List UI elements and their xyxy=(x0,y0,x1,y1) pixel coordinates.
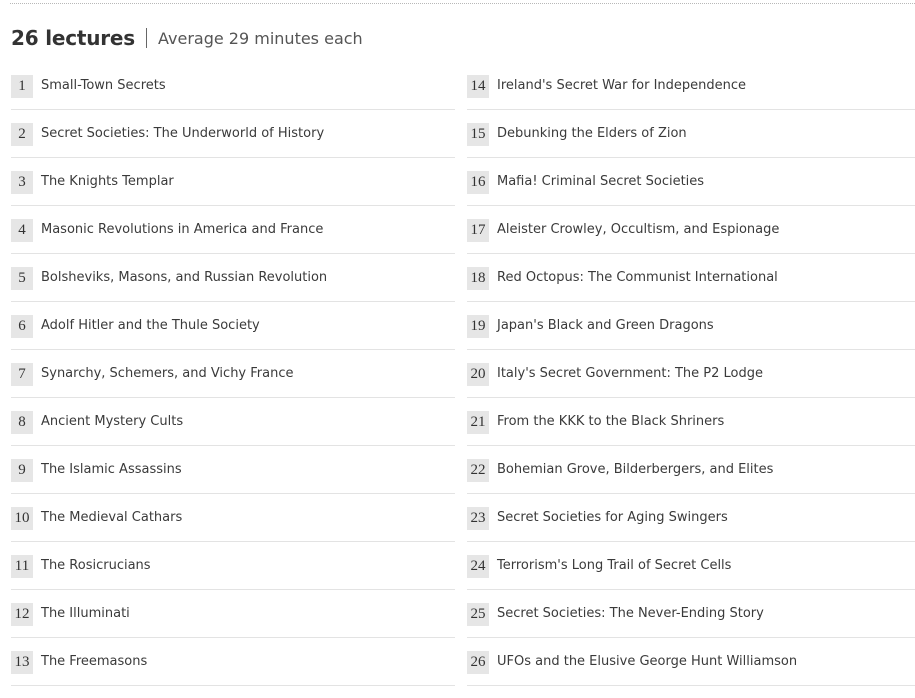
lecture-title: The Knights Templar xyxy=(41,174,174,189)
lectures-header: 26 lectures Average 29 minutes each xyxy=(11,24,363,52)
lecture-item[interactable]: 3 The Knights Templar xyxy=(11,158,455,206)
lecture-title: Aleister Crowley, Occultism, and Espiona… xyxy=(497,222,780,237)
lecture-title: The Freemasons xyxy=(41,654,148,669)
lecture-column-left: 1 Small-Town Secrets 2 Secret Societies: T… xyxy=(11,62,455,686)
lecture-number: 18 xyxy=(467,267,489,290)
lecture-number: 21 xyxy=(467,411,489,434)
lecture-item[interactable]: 5 Bolsheviks, Masons, and Russian Revolut… xyxy=(11,254,455,302)
lecture-number: 1 xyxy=(11,75,33,98)
lecture-title: Terrorism's Long Trail of Secret Cells xyxy=(497,558,732,573)
average-duration: Average 29 minutes each xyxy=(158,28,363,48)
lecture-item[interactable]: 11 The Rosicrucians xyxy=(11,542,455,590)
lecture-title: Adolf Hitler and the Thule Society xyxy=(41,318,260,333)
lecture-number: 11 xyxy=(11,555,33,578)
lecture-item[interactable]: 19 Japan's Black and Green Dragons xyxy=(467,302,915,350)
lecture-number: 3 xyxy=(11,171,33,194)
lecture-title: Debunking the Elders of Zion xyxy=(497,126,687,141)
lecture-number: 19 xyxy=(467,315,489,338)
lecture-item[interactable]: 23 Secret Societies for Aging Swingers xyxy=(467,494,915,542)
lecture-item[interactable]: 20 Italy's Secret Government: The P2 Lodg… xyxy=(467,350,915,398)
lecture-item[interactable]: 21 From the KKK to the Black Shriners xyxy=(467,398,915,446)
lecture-number: 4 xyxy=(11,219,33,242)
lecture-number: 9 xyxy=(11,459,33,482)
lecture-item[interactable]: 1 Small-Town Secrets xyxy=(11,62,455,110)
lecture-item[interactable]: 16 Mafia! Criminal Secret Societies xyxy=(467,158,915,206)
lecture-title: From the KKK to the Black Shriners xyxy=(497,414,725,429)
lecture-item[interactable]: 12 The Illuminati xyxy=(11,590,455,638)
header-separator xyxy=(146,28,148,48)
lecture-item[interactable]: 18 Red Octopus: The Communist Internation… xyxy=(467,254,915,302)
lecture-title: Small-Town Secrets xyxy=(41,78,166,93)
lecture-item[interactable]: 22 Bohemian Grove, Bilderbergers, and Eli… xyxy=(467,446,915,494)
lecture-title: UFOs and the Elusive George Hunt William… xyxy=(497,654,798,669)
lecture-item[interactable]: 25 Secret Societies: The Never-Ending Sto… xyxy=(467,590,915,638)
lecture-item[interactable]: 13 The Freemasons xyxy=(11,638,455,686)
lecture-title: The Rosicrucians xyxy=(41,558,151,573)
lecture-title: Secret Societies for Aging Swingers xyxy=(497,510,728,525)
lecture-number: 7 xyxy=(11,363,33,386)
lecture-number: 16 xyxy=(467,171,489,194)
lecture-number: 5 xyxy=(11,267,33,290)
lecture-count: 26 lectures xyxy=(11,26,136,50)
lecture-number: 24 xyxy=(467,555,489,578)
lecture-number: 12 xyxy=(11,603,33,626)
lecture-number: 8 xyxy=(11,411,33,434)
lecture-item[interactable]: 7 Synarchy, Schemers, and Vichy France xyxy=(11,350,455,398)
lecture-item[interactable]: 17 Aleister Crowley, Occultism, and Espio… xyxy=(467,206,915,254)
lecture-number: 6 xyxy=(11,315,33,338)
lecture-title: Secret Societies: The Never-Ending Story xyxy=(497,606,764,621)
lecture-item[interactable]: 14 Ireland's Secret War for Independence xyxy=(467,62,915,110)
lecture-number: 14 xyxy=(467,75,489,98)
lecture-title: Red Octopus: The Communist International xyxy=(497,270,778,285)
lecture-number: 13 xyxy=(11,651,33,674)
lecture-number: 17 xyxy=(467,219,489,242)
lecture-title: Ancient Mystery Cults xyxy=(41,414,184,429)
lecture-number: 23 xyxy=(467,507,489,530)
lecture-item[interactable]: 6 Adolf Hitler and the Thule Society xyxy=(11,302,455,350)
lecture-item[interactable]: 24 Terrorism's Long Trail of Secret Cells xyxy=(467,542,915,590)
lecture-item[interactable]: 2 Secret Societies: The Underworld of His… xyxy=(11,110,455,158)
lecture-item[interactable]: 10 The Medieval Cathars xyxy=(11,494,455,542)
lecture-number: 15 xyxy=(467,123,489,146)
lecture-item[interactable]: 4 Masonic Revolutions in America and Fran… xyxy=(11,206,455,254)
lecture-number: 22 xyxy=(467,459,489,482)
lecture-title: The Illuminati xyxy=(41,606,130,621)
lecture-item[interactable]: 8 Ancient Mystery Cults xyxy=(11,398,455,446)
lecture-title: Japan's Black and Green Dragons xyxy=(497,318,714,333)
top-divider xyxy=(10,3,915,4)
lecture-number: 25 xyxy=(467,603,489,626)
lecture-item[interactable]: 15 Debunking the Elders of Zion xyxy=(467,110,915,158)
lecture-column-right: 14 Ireland's Secret War for Independence … xyxy=(467,62,915,686)
lecture-title: Bohemian Grove, Bilderbergers, and Elite… xyxy=(497,462,774,477)
lecture-title: Secret Societies: The Underworld of Hist… xyxy=(41,126,325,141)
lecture-number: 26 xyxy=(467,651,489,674)
lecture-number: 10 xyxy=(11,507,33,530)
lecture-number: 20 xyxy=(467,363,489,386)
lecture-title: Italy's Secret Government: The P2 Lodge xyxy=(497,366,763,381)
lecture-number: 2 xyxy=(11,123,33,146)
lecture-title: Masonic Revolutions in America and Franc… xyxy=(41,222,324,237)
lecture-title: The Islamic Assassins xyxy=(41,462,182,477)
lecture-title: Synarchy, Schemers, and Vichy France xyxy=(41,366,294,381)
lecture-title: Bolsheviks, Masons, and Russian Revoluti… xyxy=(41,270,328,285)
lecture-item[interactable]: 26 UFOs and the Elusive George Hunt Willi… xyxy=(467,638,915,686)
lecture-item[interactable]: 9 The Islamic Assassins xyxy=(11,446,455,494)
lecture-title: The Medieval Cathars xyxy=(41,510,183,525)
lecture-title: Mafia! Criminal Secret Societies xyxy=(497,174,705,189)
lecture-title: Ireland's Secret War for Independence xyxy=(497,78,747,93)
